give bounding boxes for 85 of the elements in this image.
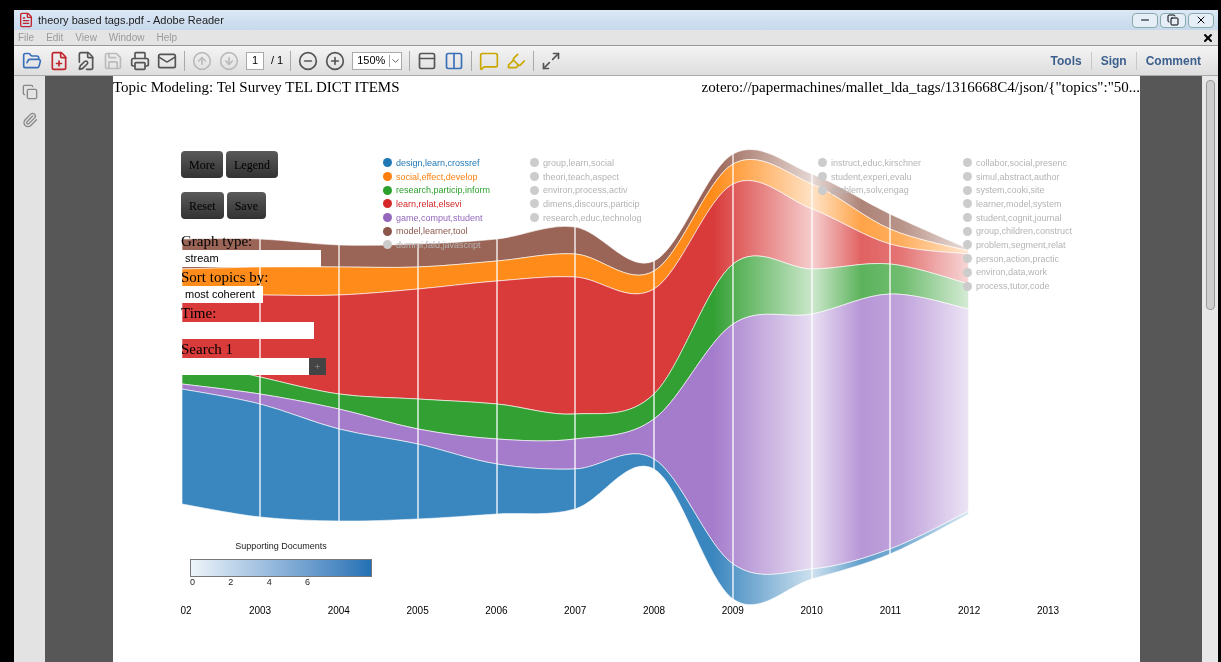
- colorbar-tick: 6: [305, 576, 310, 587]
- zoom-field[interactable]: 150%: [352, 51, 403, 70]
- input-field[interactable]: [181, 322, 314, 339]
- control-button[interactable]: Reset: [181, 192, 224, 219]
- close-button[interactable]: [1188, 12, 1214, 28]
- document-url: zotero://papermachines/mallet_lda_tags/1316668C4/json/{"topics":"50...: [701, 78, 1140, 97]
- legend-label[interactable]: collabor,social,presenc: [976, 157, 1068, 168]
- minimize-button[interactable]: [1132, 12, 1158, 28]
- menu-item[interactable]: Help: [156, 30, 177, 45]
- legend-label[interactable]: game,comput,student: [396, 212, 483, 223]
- menu-item[interactable]: View: [75, 30, 97, 45]
- colorbar-tick: 2: [228, 576, 234, 587]
- page-total: / 1: [271, 53, 284, 69]
- legend-label[interactable]: instruct,educ,kirschner: [831, 157, 922, 168]
- panel-tab[interactable]: Sign: [1090, 51, 1136, 70]
- legend-label[interactable]: learn,relat,elsevi: [396, 198, 462, 209]
- legend-label[interactable]: environ,process,activ: [543, 185, 628, 196]
- window-title: theory based tags.pdf - Adobe Reader: [38, 12, 224, 28]
- control-button[interactable]: Legend: [226, 151, 278, 178]
- folder-icon[interactable]: [22, 50, 42, 71]
- stream-layer[interactable]: [181, 388, 970, 605]
- legend-label[interactable]: research,particip,inform: [396, 185, 491, 196]
- menu-item[interactable]: File: [18, 30, 35, 45]
- legend-label[interactable]: student,experi,evalu: [831, 171, 912, 182]
- scrollbar-thumb[interactable]: [1205, 80, 1215, 310]
- legend-label[interactable]: theori,teach,aspect: [543, 171, 620, 182]
- year-label: 2009: [721, 604, 744, 618]
- colorbar-tick: 0: [190, 576, 195, 587]
- page-number-field[interactable]: 1: [246, 51, 264, 70]
- legend-label[interactable]: design,learn,crossref: [396, 157, 480, 168]
- legend-label[interactable]: environ,data,work: [976, 267, 1048, 278]
- control-button[interactable]: More: [181, 151, 223, 178]
- legend-label[interactable]: student,cognit,journal: [976, 212, 1062, 223]
- paperclip-icon[interactable]: [21, 112, 38, 128]
- document-title: Topic Modeling: Tel Survey TEL DICT ITEMS: [113, 78, 400, 97]
- new-file-icon[interactable]: [49, 50, 69, 71]
- menu-item[interactable]: Edit: [46, 30, 64, 45]
- printer-icon[interactable]: [130, 50, 150, 71]
- stream-layer[interactable]: [181, 255, 970, 442]
- legend-label[interactable]: group,learn,social: [543, 157, 615, 168]
- year-label: 2010: [800, 604, 823, 618]
- fit-page-icon[interactable]: [444, 50, 465, 71]
- input-field[interactable]: most coherent: [181, 286, 263, 303]
- legend-label[interactable]: system,cooki,site: [976, 185, 1045, 196]
- year-label: 2013: [1036, 604, 1060, 618]
- year-label: 2012: [958, 604, 981, 618]
- legend-label[interactable]: simul,abstract,author: [976, 171, 1060, 182]
- legend-label[interactable]: social,effect,develop: [396, 171, 478, 182]
- close-icon: [1195, 14, 1207, 26]
- close-document-icon[interactable]: [1202, 31, 1214, 44]
- year-label: 2004: [327, 604, 350, 618]
- colorbar-title: Supporting Documents: [235, 540, 327, 553]
- year-label: 2005: [406, 604, 429, 618]
- panel-tab[interactable]: Comment: [1135, 51, 1210, 70]
- menu-item[interactable]: Window: [108, 30, 145, 45]
- restore-icon: [1167, 14, 1179, 26]
- input-field[interactable]: stream: [181, 250, 321, 267]
- year-label: 2006: [485, 604, 508, 618]
- legend-label[interactable]: dimens,discours,particip: [543, 198, 640, 209]
- pdf-icon: [18, 12, 34, 28]
- year-label: 2008: [642, 604, 666, 618]
- scroll-mode-icon[interactable]: [417, 50, 438, 71]
- full-screen-icon[interactable]: [541, 50, 562, 71]
- zoom-out-icon[interactable]: [298, 50, 319, 71]
- year-label: 2003: [248, 604, 272, 618]
- legend-label[interactable]: process,tutor,code: [976, 281, 1050, 292]
- zoom-in-icon[interactable]: [325, 50, 346, 71]
- legend-label[interactable]: research,educ,technolog: [543, 212, 642, 223]
- legend-label[interactable]: person,action,practic: [976, 253, 1060, 264]
- restore-button[interactable]: [1160, 12, 1186, 28]
- year-label: 2011: [879, 604, 902, 618]
- input-field[interactable]: [181, 358, 309, 375]
- year-label: 02: [180, 604, 192, 618]
- year-label: 2007: [564, 604, 587, 618]
- legend-label[interactable]: problem,segment,relat: [976, 239, 1066, 250]
- pages-icon[interactable]: [21, 84, 38, 100]
- control-button[interactable]: Save: [226, 192, 266, 219]
- colorbar-tick: 4: [266, 576, 272, 587]
- legend-label[interactable]: learner,model,system: [976, 198, 1062, 209]
- legend-label[interactable]: model,learner,tool: [396, 226, 468, 237]
- edit-file-icon[interactable]: [76, 50, 96, 71]
- legend-label[interactable]: group,children,construct: [976, 226, 1073, 237]
- control-label: Search 1: [181, 341, 235, 358]
- caret-icon[interactable]: [389, 54, 402, 67]
- panel-tab[interactable]: Tools: [1041, 51, 1091, 70]
